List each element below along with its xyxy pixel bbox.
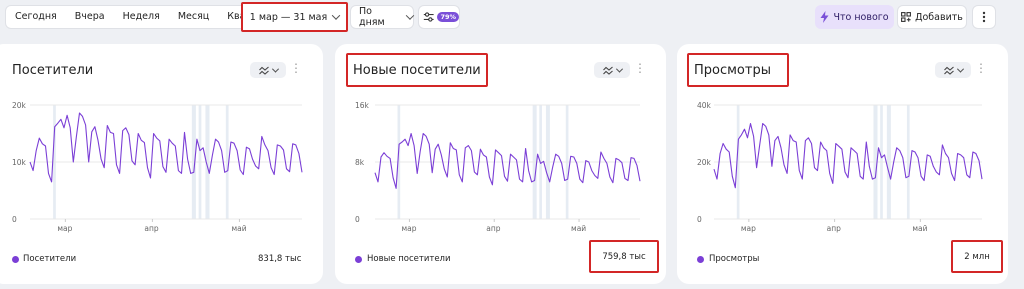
period-month[interactable]: Месяц [169,6,218,28]
legend-label: Новые посетители [367,254,451,264]
date-range-label: 1 мар — 31 мая [249,11,328,23]
pageviews-widget: Просмотры ⋮ 40k 20k 0 мар апр май Просмотры 2… [677,44,1008,284]
whats-new-button[interactable]: Что нового [815,5,894,29]
total-highlight: 759,8 тыс [589,240,659,273]
y-tick-label: 8k [355,158,365,167]
widget-total: 831,8 тыс [258,254,302,264]
chart-type-toggle[interactable] [935,62,971,78]
x-tick-label: апр [144,224,158,233]
widget-more-icon[interactable]: ⋮ [290,61,302,77]
x-tick-label: мар [57,224,72,233]
chart-lines-icon [943,66,954,75]
chart-type-toggle[interactable] [250,62,286,78]
period-yesterday[interactable]: Вчера [66,6,114,28]
period-selector: Сегодня Вчера Неделя Месяц Квартал [5,5,279,29]
y-tick-label: 0 [697,215,702,224]
x-tick-label: апр [827,224,841,233]
filters-button[interactable]: 79% [418,5,460,29]
widget-total: 2 млн [964,251,990,262]
widget-more-icon[interactable]: ⋮ [634,61,646,77]
chevron-down-icon [331,11,341,20]
whats-new-label: Что нового [833,11,889,23]
series-line [374,132,641,189]
grouping-label: По дням [359,6,385,28]
chart-lines-icon [258,66,269,75]
widget-title: Новые посетители [353,62,481,78]
legend-dot [12,256,19,263]
x-tick-label: май [912,224,927,233]
x-tick-label: апр [486,224,500,233]
widget-title: Просмотры [694,62,771,78]
title-highlight: Просмотры [687,53,789,87]
visitors-line-chart: 20k 10k 0 мар апр май [12,101,303,233]
period-today[interactable]: Сегодня [6,6,66,28]
widget-more-icon[interactable]: ⋮ [975,61,987,77]
x-tick-label: май [571,224,586,233]
y-tick-label: 20k [12,101,27,110]
widget-total: 759,8 тыс [602,251,646,262]
add-label: Добавить [915,11,963,23]
legend-label: Просмотры [709,254,760,264]
new-visitors-line-chart: 16k 8k 0 мар апр май [355,101,641,233]
y-tick-label: 0 [355,215,360,224]
x-tick-label: май [231,224,246,233]
vertical-dots-icon [982,11,986,23]
legend-dot [355,256,362,263]
x-tick-label: мар [401,224,416,233]
widgets-icon [901,12,912,22]
chevron-down-icon [615,65,623,73]
x-tick-label: мар [741,224,756,233]
more-menu-button[interactable] [972,5,996,29]
y-tick-label: 16k [355,101,370,110]
series-line [713,122,983,189]
grouping-select[interactable]: По дням [350,5,415,29]
chevron-down-icon [271,65,279,73]
add-widget-button[interactable]: Добавить [897,5,967,29]
title-highlight: Новые посетители [346,53,488,87]
visitors-widget: Посетители ⋮ 20k 10k 0 мар апр май Посетители… [0,44,323,284]
filter-percent-badge: 79% [437,12,459,22]
total-highlight: 2 млн [951,240,1003,273]
date-range-button[interactable]: 1 мар — 31 мая [241,2,348,32]
period-week[interactable]: Неделя [114,6,169,28]
chevron-down-icon [405,11,415,20]
new-visitors-widget: Новые посетители ⋮ 16k 8k 0 мар апр май Новые… [335,44,666,284]
widget-title: Посетители [12,63,94,78]
y-tick-label: 40k [697,101,712,110]
y-tick-label: 20k [697,158,712,167]
series-line [29,112,303,183]
y-tick-label: 0 [12,215,17,224]
lightning-icon [820,11,829,23]
legend-label: Посетители [23,254,77,264]
pageviews-line-chart: 40k 20k 0 мар апр май [697,101,983,233]
toolbar: Сегодня Вчера Неделя Месяц Квартал 1 мар… [0,0,1024,36]
filter-sliders-icon [423,12,434,22]
chart-lines-icon [602,66,613,75]
legend-dot [697,256,704,263]
chevron-down-icon [956,65,964,73]
chart-type-toggle[interactable] [594,62,630,78]
y-tick-label: 10k [12,158,27,167]
